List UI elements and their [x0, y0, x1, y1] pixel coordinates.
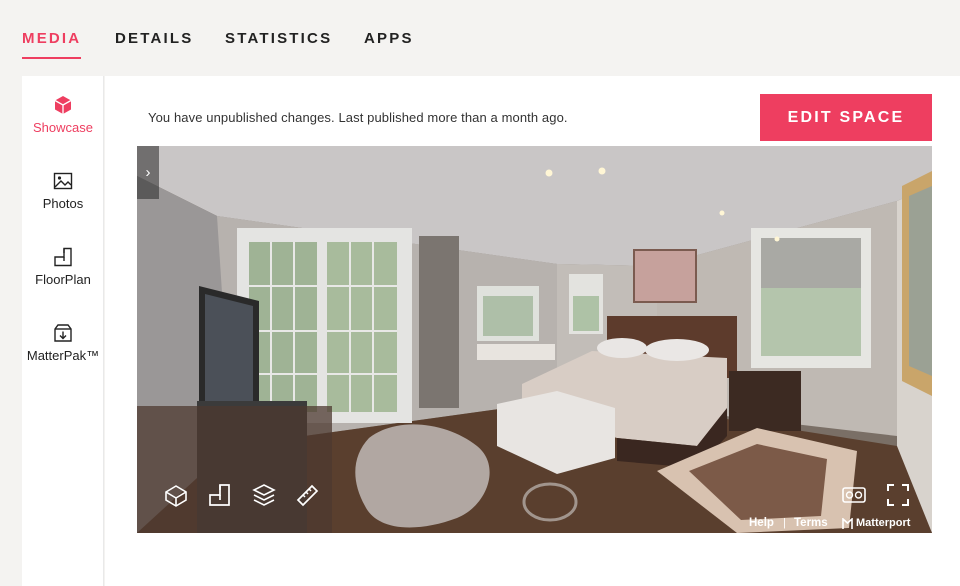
sidebar-item-label: Photos: [42, 196, 84, 211]
footer-separator: |: [783, 517, 786, 529]
dollhouse-icon[interactable]: [163, 482, 189, 508]
unpublished-changes-notice: You have unpublished changes. Last publi…: [148, 110, 568, 125]
tab-statistics[interactable]: STATISTICS: [225, 30, 332, 47]
cube-icon: [54, 96, 72, 114]
sidebar-item-label: Showcase: [33, 120, 93, 135]
sidebar-item-showcase[interactable]: Showcase: [22, 94, 104, 135]
matterport-brand[interactable]: Matterport: [856, 517, 910, 529]
bedroom-panorama-image: [137, 146, 932, 533]
sidebar-item-matterpak[interactable]: MatterPak™: [22, 322, 104, 363]
media-sidebar: Showcase Photos FloorPlan MatterPak™: [22, 76, 104, 586]
matterport-logo-icon: [842, 518, 853, 529]
sidebar-item-floorplan[interactable]: FloorPlan: [22, 246, 104, 287]
tab-apps[interactable]: APPS: [364, 30, 414, 47]
floorplan-icon: [54, 247, 72, 267]
floors-icon[interactable]: [251, 482, 277, 508]
tab-media[interactable]: MEDIA: [22, 30, 81, 47]
vr-headset-icon[interactable]: [841, 485, 867, 505]
terms-link[interactable]: Terms: [794, 517, 828, 529]
floorplan-view-icon[interactable]: [207, 482, 233, 508]
showcase-3d-viewer[interactable]: › Help | Terms Matterport: [137, 146, 932, 533]
fullscreen-icon[interactable]: [886, 483, 910, 507]
sidebar-item-label: MatterPak™: [26, 348, 100, 363]
top-tab-bar: MEDIA DETAILS STATISTICS APPS: [0, 0, 960, 76]
help-link[interactable]: Help: [749, 517, 774, 529]
chevron-right-icon[interactable]: ›: [137, 146, 159, 199]
active-tab-underline: [22, 57, 81, 59]
sidebar-item-photos[interactable]: Photos: [22, 170, 104, 211]
matterpak-download-icon: [54, 324, 72, 342]
measure-icon[interactable]: [294, 482, 320, 508]
sidebar-item-label: FloorPlan: [35, 272, 91, 287]
tab-details[interactable]: DETAILS: [115, 30, 193, 47]
image-icon: [53, 172, 73, 190]
edit-space-button[interactable]: EDIT SPACE: [760, 94, 932, 141]
